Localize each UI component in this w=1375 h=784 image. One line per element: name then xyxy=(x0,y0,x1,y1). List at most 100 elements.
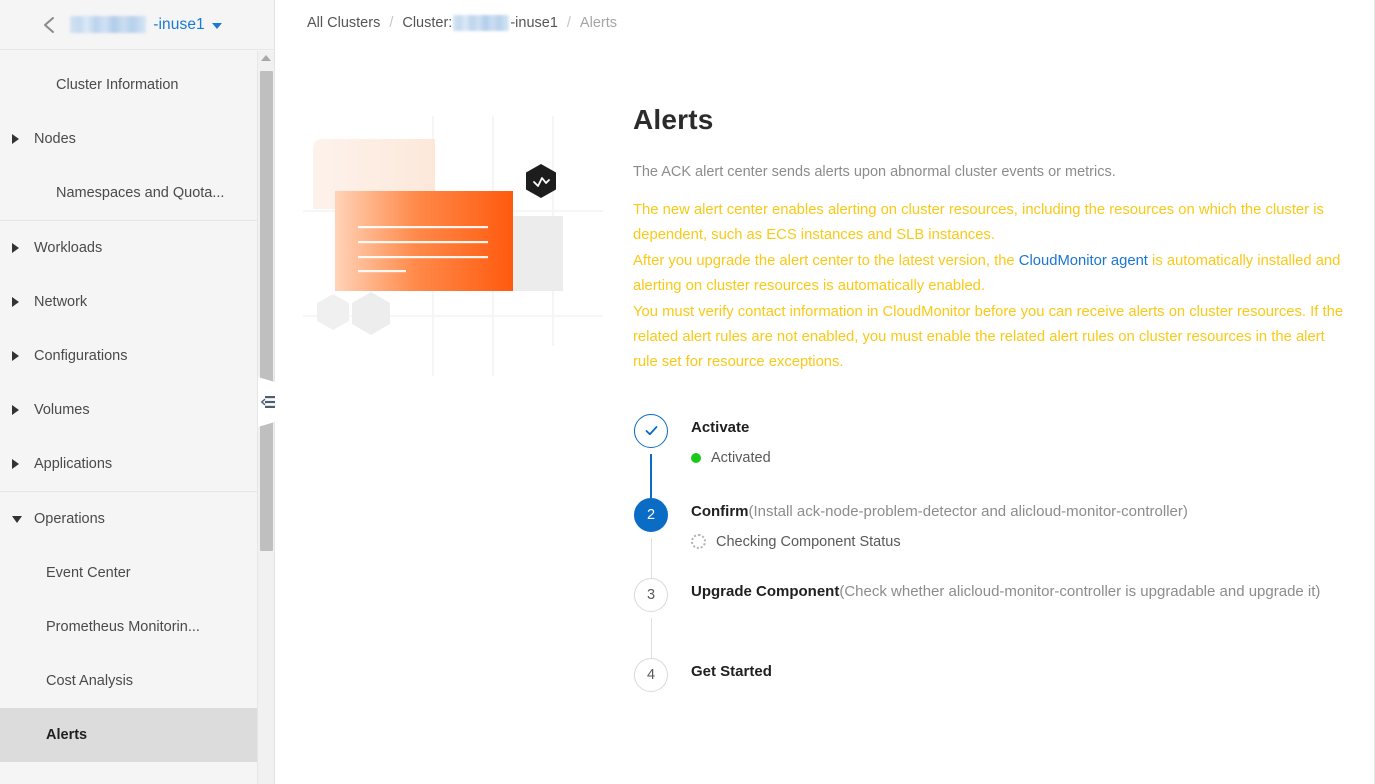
sidebar-item-cluster-information[interactable]: Cluster Information xyxy=(0,58,274,112)
back-chevron-icon[interactable] xyxy=(38,14,60,36)
chevron-down-icon xyxy=(211,22,222,29)
step-number: 2 xyxy=(634,497,668,532)
expand-arrow-icon xyxy=(12,405,34,415)
step-status-label: Checking Component Status xyxy=(716,533,901,550)
breadcrumb-all-clusters[interactable]: All Clusters xyxy=(307,15,380,31)
sidebar-item-label: Network xyxy=(34,294,88,310)
breadcrumb-cluster-suffix: -inuse1 xyxy=(510,15,558,31)
step-body: Confirm(Install ack-node-problem-detecto… xyxy=(669,498,1352,550)
sidebar-item-alerts[interactable]: Alerts xyxy=(0,708,274,762)
sidebar-item-label: Prometheus Monitorin... xyxy=(46,619,200,635)
sidebar-nav: Cluster Information Nodes Namespaces and… xyxy=(0,50,274,783)
sidebar-item-label: Event Center xyxy=(46,565,131,581)
breadcrumb-current: Alerts xyxy=(579,15,617,31)
breadcrumb-separator: / xyxy=(389,15,394,31)
sidebar-item-label: Operations xyxy=(34,511,105,527)
nav-group-cluster: Cluster Information Nodes Namespaces and… xyxy=(0,58,274,221)
scroll-up-arrow-icon[interactable] xyxy=(261,55,271,61)
sidebar-item-label: Workloads xyxy=(34,240,103,256)
collapse-menu-icon xyxy=(261,396,275,408)
expand-arrow-icon xyxy=(12,243,34,253)
sidebar-item-namespaces-and-quotas[interactable]: Namespaces and Quota... xyxy=(0,166,274,220)
step-title: Activate xyxy=(691,418,750,436)
nav-group-resources: Workloads Network Configurations Volumes… xyxy=(0,221,274,492)
step-number: 4 xyxy=(634,657,668,692)
sidebar-item-applications[interactable]: Applications xyxy=(0,437,274,491)
loading-spinner-icon xyxy=(691,534,706,550)
sidebar-item-network[interactable]: Network xyxy=(0,275,274,329)
expand-arrow-icon xyxy=(12,297,34,307)
sidebar-item-event-center[interactable]: Event Center xyxy=(0,546,274,600)
sidebar-item-volumes[interactable]: Volumes xyxy=(0,383,274,437)
nav-group-operations: Operations Event Center Prometheus Monit… xyxy=(0,492,274,762)
sidebar-item-label: Nodes xyxy=(34,131,76,147)
step-get-started: 4 Get Started xyxy=(633,657,1352,692)
sidebar-item-operations[interactable]: Operations xyxy=(0,492,274,546)
step-connector xyxy=(650,453,652,498)
setup-steps: Activate Activated 2 Confirm(Install ack… xyxy=(633,413,1352,692)
alerts-page: -inuse1 Cluster Information Nodes Namesp… xyxy=(0,0,1375,784)
sidebar-item-cost-analysis[interactable]: Cost Analysis xyxy=(0,654,274,708)
step-marker: 2 xyxy=(633,497,669,578)
breadcrumb-separator: / xyxy=(566,15,571,31)
step-marker xyxy=(633,413,669,498)
cloudmonitor-agent-link[interactable]: CloudMonitor agent xyxy=(1019,253,1148,269)
step-title: Upgrade Component xyxy=(691,582,840,600)
page-title: Alerts xyxy=(633,104,714,135)
sidebar-item-workloads[interactable]: Workloads xyxy=(0,221,274,275)
step-status: Activated xyxy=(691,450,1352,466)
alerts-illustration xyxy=(303,116,633,416)
expand-arrow-icon xyxy=(12,459,34,469)
warning-line-3: You must verify contact information in C… xyxy=(633,303,1344,371)
cluster-header: -inuse1 xyxy=(0,0,274,50)
sidebar-item-label: Alerts xyxy=(46,727,88,743)
breadcrumb-cluster-prefix: Cluster: xyxy=(402,15,453,31)
sidebar-collapse-handle[interactable] xyxy=(258,377,278,427)
warning-line-2-before: After you upgrade the alert center to th… xyxy=(633,252,1019,269)
breadcrumb-cluster-redacted xyxy=(453,15,510,31)
step-upgrade-component: 3 Upgrade Component(Check whether aliclo… xyxy=(633,577,1352,658)
step-status-label: Activated xyxy=(711,449,771,466)
page-description: The ACK alert center sends alerts upon a… xyxy=(633,164,1116,180)
step-body: Get Started xyxy=(669,658,1352,692)
step-status: Checking Component Status xyxy=(691,534,1352,550)
step-note: (Check whether alicloud-monitor-controll… xyxy=(839,582,1321,600)
step-title: Confirm xyxy=(691,502,749,520)
cluster-name-suffix: -inuse1 xyxy=(153,15,205,33)
sidebar-item-label: Cost Analysis xyxy=(46,673,134,689)
scrollbar-thumb[interactable] xyxy=(260,71,273,551)
step-note: (Install ack-node-problem-detector and a… xyxy=(748,502,1188,520)
step-title: Get Started xyxy=(691,662,772,680)
sidebar-item-prometheus-monitoring[interactable]: Prometheus Monitorin... xyxy=(0,600,274,654)
step-body: Upgrade Component(Check whether alicloud… xyxy=(669,578,1352,612)
alerts-panel: Alerts The ACK alert center sends alerts… xyxy=(633,104,1374,692)
sidebar-item-label: Namespaces and Quota... xyxy=(56,185,225,201)
sidebar-item-label: Cluster Information xyxy=(56,77,179,93)
check-icon xyxy=(634,413,668,448)
sidebar-item-label: Configurations xyxy=(34,348,128,364)
sidebar-item-nodes[interactable]: Nodes xyxy=(0,112,274,166)
content-body: Alerts The ACK alert center sends alerts… xyxy=(275,46,1374,692)
sidebar-item-label: Volumes xyxy=(34,402,90,418)
step-marker: 4 xyxy=(633,657,669,692)
breadcrumb-cluster[interactable]: Cluster: -inuse1 xyxy=(402,15,558,31)
collapse-arrow-icon xyxy=(12,515,34,523)
main-content: All Clusters / Cluster: -inuse1 / Alerts xyxy=(275,0,1374,784)
green-dot-icon xyxy=(691,452,701,463)
sidebar-item-configurations[interactable]: Configurations xyxy=(0,329,274,383)
step-connector xyxy=(650,617,652,658)
warning-line-1: The new alert center enables alerting on… xyxy=(633,201,1324,244)
cluster-name-redacted xyxy=(70,16,147,33)
expand-arrow-icon xyxy=(12,134,34,144)
step-body: Activate Activated xyxy=(669,414,1352,466)
step-marker: 3 xyxy=(633,577,669,658)
step-connector xyxy=(650,537,652,578)
cluster-selector[interactable]: -inuse1 xyxy=(70,16,222,34)
sidebar-item-label: Applications xyxy=(34,456,113,472)
breadcrumb: All Clusters / Cluster: -inuse1 / Alerts xyxy=(275,0,1374,46)
step-activate: Activate Activated xyxy=(633,413,1352,498)
step-number: 3 xyxy=(634,577,668,612)
warning-message: The new alert center enables alerting on… xyxy=(633,198,1352,376)
sidebar: -inuse1 Cluster Information Nodes Namesp… xyxy=(0,0,278,784)
expand-arrow-icon xyxy=(12,351,34,361)
